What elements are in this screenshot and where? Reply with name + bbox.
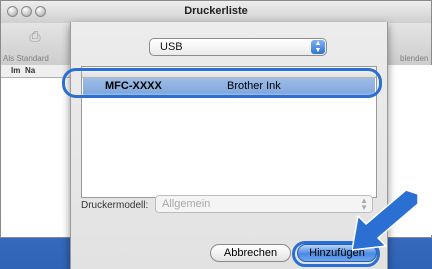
popup-arrows-icon: ▲ ▼ (311, 40, 325, 54)
add-printer-sheet: USB ▲ ▼ MFC-XXXX Brother Ink Druckermodel… (70, 22, 388, 269)
connection-type-value: USB (160, 41, 183, 53)
list-header: Im Na (1, 65, 71, 78)
printer-model-label: Druckermodell: (81, 200, 149, 211)
connection-type-popup[interactable]: USB ▲ ▼ (149, 38, 327, 56)
printer-icon[interactable]: ⎙ (27, 28, 43, 44)
make-default-label[interactable]: Als Standard (3, 54, 49, 63)
printer-model-value: Allgemein (162, 198, 211, 210)
column-header-in-use[interactable]: Im (11, 66, 20, 75)
callout-arrow-icon (352, 190, 419, 251)
cancel-button[interactable]: Abbrechen (210, 244, 291, 262)
hide-label[interactable]: blenden (400, 54, 428, 63)
window-title: Druckerliste (184, 5, 248, 17)
selected-printer-highlight (62, 68, 382, 98)
printer-model-select[interactable]: Allgemein ▲ ▼ (155, 195, 373, 213)
window-titlebar: Druckerliste (1, 1, 431, 24)
column-header-name[interactable]: Na (25, 66, 35, 75)
